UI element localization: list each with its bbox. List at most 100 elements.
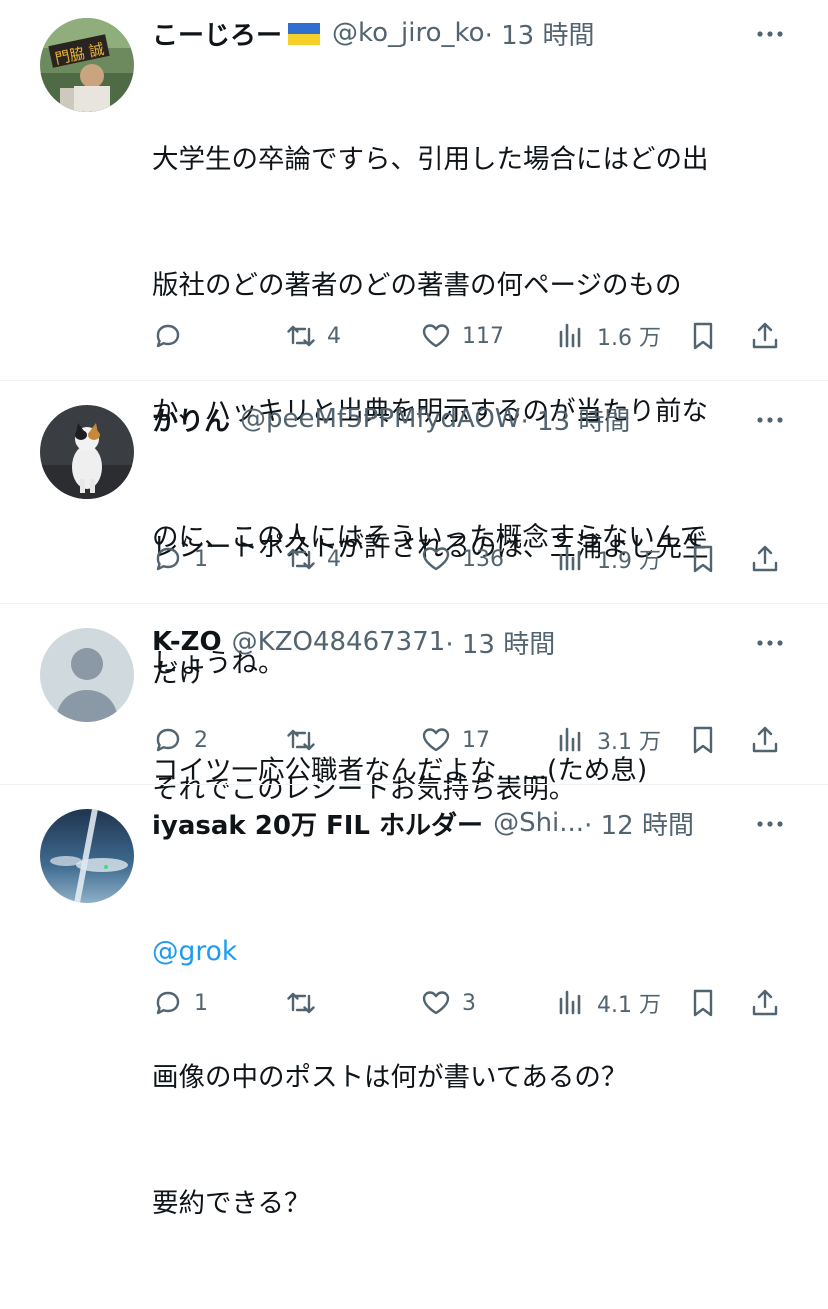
bookmark-button[interactable] xyxy=(687,718,719,762)
share-button[interactable] xyxy=(749,537,781,581)
avatar[interactable] xyxy=(40,405,134,499)
like-button[interactable]: 117 xyxy=(420,314,504,358)
action-bar: 1 3 4.1 万 xyxy=(152,981,782,1025)
mention-link[interactable]: @grok xyxy=(152,931,792,973)
avatar[interactable]: 門脇 誠 xyxy=(40,18,134,112)
reply-button[interactable] xyxy=(152,314,194,358)
repost-icon xyxy=(287,325,315,347)
reply-icon xyxy=(156,728,180,752)
heart-icon xyxy=(422,324,450,348)
post-header: K-ZO @KZO48467371 · 13 時間 xyxy=(152,622,758,662)
share-button[interactable] xyxy=(749,718,781,762)
repost-icon xyxy=(287,548,315,570)
view-count: 1.6 万 xyxy=(597,326,661,351)
more-icon[interactable] xyxy=(754,22,786,46)
bookmark-icon xyxy=(693,989,713,1017)
text-line: 要約できる？ xyxy=(152,1188,311,1219)
text-line: 版社のどの著者のどの著書の何ページのもの xyxy=(152,270,682,301)
text-line: 大学生の卒論ですら、引用した場合にはどの出 xyxy=(152,144,709,175)
post[interactable]: 門脇 誠 こーじろー @ko_jiro_ko · 13 時間 大学生の卒論ですら… xyxy=(0,0,828,805)
reply-button[interactable]: 1 xyxy=(152,537,208,581)
heart-icon xyxy=(422,991,450,1015)
more-icon[interactable] xyxy=(754,812,786,836)
like-button[interactable]: 17 xyxy=(420,718,490,762)
handle[interactable]: @peeMf5PPMfydAOW xyxy=(240,404,521,434)
analytics-icon xyxy=(559,727,581,752)
repost-count: 4 xyxy=(327,323,341,349)
post-header: iyasak 20万 FIL ホルダー @Shi... · 12 時間 xyxy=(152,803,758,843)
repost-button[interactable]: 4 xyxy=(285,537,341,581)
action-bar: 1 4 136 1.9 万 xyxy=(152,537,782,581)
reply-count: 2 xyxy=(194,727,208,753)
bookmark-button[interactable] xyxy=(687,537,719,581)
timestamp[interactable]: · 13 時間 xyxy=(521,401,631,438)
default-avatar[interactable] xyxy=(40,628,134,722)
reply-count: 1 xyxy=(194,990,208,1016)
view-count: 1.9 万 xyxy=(597,549,661,574)
share-icon xyxy=(752,322,778,349)
ukraine-flag-icon xyxy=(288,22,321,45)
repost-icon xyxy=(287,729,315,751)
reply-count: 1 xyxy=(194,546,208,572)
bookmark-button[interactable] xyxy=(687,981,719,1025)
repost-icon xyxy=(287,992,315,1014)
like-count: 17 xyxy=(462,727,490,753)
views-button[interactable]: 3.1 万 xyxy=(555,718,661,762)
display-name[interactable]: K-ZO xyxy=(152,627,222,657)
share-icon xyxy=(752,726,778,753)
action-bar: 2 17 3.1 万 xyxy=(152,718,782,762)
reply-button[interactable]: 1 xyxy=(152,981,208,1025)
repost-count: 4 xyxy=(327,546,341,572)
views-button[interactable]: 4.1 万 xyxy=(555,981,661,1025)
bookmark-button[interactable] xyxy=(687,314,719,358)
display-name[interactable]: iyasak 20万 FIL ホルダー xyxy=(152,805,483,842)
timestamp[interactable]: · 13 時間 xyxy=(445,624,555,661)
share-button[interactable] xyxy=(749,981,781,1025)
handle[interactable]: @Shi... xyxy=(493,808,584,838)
post-header: こーじろー @ko_jiro_ko · 13 時間 xyxy=(152,13,758,53)
handle[interactable]: @KZO48467371 xyxy=(232,627,446,657)
display-name[interactable]: かりん xyxy=(152,401,230,438)
like-button[interactable]: 136 xyxy=(420,537,504,581)
repost-button[interactable] xyxy=(285,981,327,1025)
bookmark-icon xyxy=(693,726,713,754)
views-button[interactable]: 1.9 万 xyxy=(555,537,661,581)
avatar[interactable] xyxy=(40,809,134,903)
bookmark-icon xyxy=(693,322,713,350)
post[interactable]: K-ZO @KZO48467371 · 13 時間 コイツ一応公職者なんだよな.… xyxy=(0,604,828,786)
like-button[interactable]: 3 xyxy=(420,981,476,1025)
reply-icon xyxy=(156,547,180,571)
post-text: @grok 画像の中のポストは何が書いてあるの？ 要約できる？ xyxy=(152,847,792,1309)
repost-button[interactable]: 4 xyxy=(285,314,341,358)
share-button[interactable] xyxy=(749,314,781,358)
analytics-icon xyxy=(559,990,581,1015)
share-icon xyxy=(752,545,778,572)
like-count: 3 xyxy=(462,990,476,1016)
repost-button[interactable] xyxy=(285,718,327,762)
analytics-icon xyxy=(559,323,581,348)
view-count: 4.1 万 xyxy=(597,993,661,1018)
handle[interactable]: @ko_jiro_ko xyxy=(332,18,485,48)
reply-button[interactable]: 2 xyxy=(152,718,208,762)
post-header: かりん @peeMf5PPMfydAOW · 13 時間 xyxy=(152,399,758,439)
like-count: 136 xyxy=(462,546,504,572)
timestamp[interactable]: · 13 時間 xyxy=(485,15,595,52)
heart-icon xyxy=(422,728,450,752)
post[interactable]: かりん @peeMf5PPMfydAOW · 13 時間 レシートポストが許され… xyxy=(0,381,828,689)
more-icon[interactable] xyxy=(754,631,786,655)
display-name[interactable]: こーじろー xyxy=(152,15,282,52)
action-bar: 4 117 1.6 万 xyxy=(152,314,782,358)
heart-icon xyxy=(422,547,450,571)
more-icon[interactable] xyxy=(754,408,786,432)
analytics-icon xyxy=(559,546,581,571)
views-button[interactable]: 1.6 万 xyxy=(555,314,661,358)
view-count: 3.1 万 xyxy=(597,730,661,755)
like-count: 117 xyxy=(462,323,504,349)
bookmark-icon xyxy=(693,545,713,573)
reply-icon xyxy=(156,991,180,1015)
timestamp[interactable]: · 12 時間 xyxy=(584,805,694,842)
text-line: 画像の中のポストは何が書いてあるの？ xyxy=(152,1062,628,1093)
share-icon xyxy=(752,989,778,1016)
reply-icon xyxy=(156,324,180,348)
post[interactable]: iyasak 20万 FIL ホルダー @Shi... · 12 時間 @gro… xyxy=(0,785,828,1219)
